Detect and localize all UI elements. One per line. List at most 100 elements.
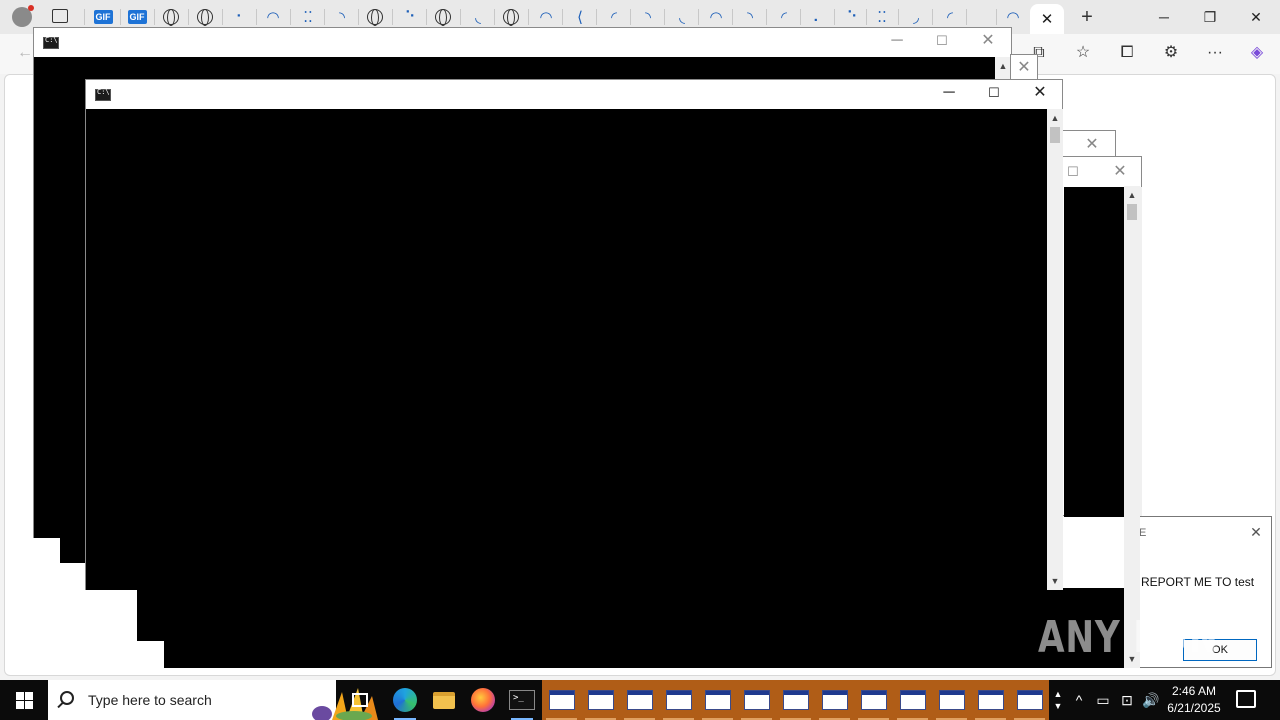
command-prompt-taskbar-button[interactable] — [503, 680, 541, 720]
browser-minimize-button[interactable]: ─ — [1152, 6, 1176, 28]
meet-now-icon[interactable]: ▭ — [1092, 680, 1114, 720]
browser-close-button[interactable]: ✕ — [1244, 6, 1268, 28]
taskbar-clock[interactable]: 2:46 AM 6/21/2025 — [1162, 683, 1226, 717]
gif-icon: GIF — [127, 10, 147, 24]
browser-tab[interactable]: ◜ — [773, 7, 795, 27]
browser-tab[interactable]: ◜ — [939, 7, 961, 27]
scroll-up-arrow-icon[interactable]: ▲ — [1047, 111, 1063, 125]
loading-arc-icon: ⠑ — [846, 9, 858, 26]
window-group-button[interactable] — [776, 680, 815, 720]
minimize-button[interactable]: ─ — [926, 78, 972, 108]
window-group-button[interactable] — [737, 680, 776, 720]
taskbar-search-box[interactable]: Type here to search — [48, 680, 378, 720]
new-tab-button[interactable]: + — [1076, 6, 1098, 28]
browser-tab[interactable] — [194, 7, 216, 27]
search-icon — [60, 691, 74, 705]
window-group-button[interactable] — [542, 680, 581, 720]
maximize-button[interactable]: ☐ — [1061, 157, 1085, 187]
minimize-button[interactable]: ─ — [874, 26, 920, 56]
dialog-close-button[interactable]: ✕ — [1247, 523, 1265, 541]
browser-tab[interactable]: ⠄ — [807, 7, 829, 27]
browser-tab[interactable]: ◝ — [739, 7, 761, 27]
edge-taskbar-button[interactable] — [386, 680, 424, 720]
window-group-button[interactable] — [854, 680, 893, 720]
close-button[interactable]: ✕ — [1017, 78, 1063, 108]
scrollbar[interactable]: ▲ ▼ — [1047, 109, 1063, 590]
browser-tab[interactable] — [364, 7, 386, 27]
browser-tab[interactable]: ⠂ — [230, 7, 252, 27]
collections-button[interactable]: ⧠ — [1116, 42, 1138, 64]
profile-avatar-icon[interactable] — [12, 5, 34, 27]
notification-center-icon[interactable] — [1236, 690, 1256, 708]
browser-tab[interactable] — [432, 7, 454, 27]
window-group-button[interactable] — [659, 680, 698, 720]
start-button[interactable] — [0, 680, 48, 720]
window-group-button[interactable] — [698, 680, 737, 720]
network-icon[interactable]: ⊡ — [1116, 680, 1138, 720]
maximize-button[interactable]: ☐ — [971, 78, 1017, 108]
browser-tab[interactable]: ⠑ — [399, 7, 421, 27]
window-group-button[interactable] — [893, 680, 932, 720]
loading-arc-icon: ◟ — [475, 9, 481, 26]
browser-restore-button[interactable]: ❐ — [1198, 6, 1222, 28]
browser-tab[interactable]: ◟ — [467, 7, 489, 27]
search-placeholder: Type here to search — [88, 692, 212, 708]
window-group-button[interactable] — [581, 680, 620, 720]
maximize-button[interactable]: ☐ — [919, 26, 965, 56]
console-body — [86, 109, 1047, 590]
window-group-button[interactable] — [815, 680, 854, 720]
tab-actions-icon[interactable] — [52, 9, 68, 23]
close-button[interactable]: ✕ — [1105, 157, 1135, 187]
window-group-button[interactable] — [1010, 680, 1049, 720]
globe-icon — [163, 9, 179, 26]
browser-tab[interactable]: GIF — [92, 7, 114, 27]
tab-separator — [120, 9, 121, 25]
browser-tab[interactable] — [500, 7, 522, 27]
firefox-taskbar-button[interactable] — [464, 680, 502, 720]
tab-separator — [460, 9, 461, 25]
task-view-button[interactable] — [341, 680, 379, 720]
more-button[interactable]: ··· — [1204, 42, 1226, 64]
browser-tab[interactable]: ◞ — [905, 7, 927, 27]
active-tab-close-button[interactable]: ✕ — [1030, 4, 1064, 34]
browser-tab[interactable]: ⁚⁚ — [297, 7, 319, 27]
cmd-icon — [43, 36, 59, 49]
tab-separator — [84, 9, 85, 25]
volume-icon[interactable]: 🔊 — [1140, 680, 1162, 720]
browser-tab[interactable]: ◠ — [535, 7, 557, 27]
browser-tab[interactable]: GIF — [126, 7, 148, 27]
browser-tab[interactable] — [160, 7, 182, 27]
tab-separator — [766, 9, 767, 25]
globe-icon — [435, 9, 451, 26]
chevron-down-icon: ▼ — [1053, 701, 1063, 711]
window-group-button[interactable] — [932, 680, 971, 720]
copilot-button[interactable]: ◈ — [1246, 42, 1268, 64]
scrollbar[interactable]: ▲ ▼ — [1124, 186, 1140, 668]
taskbar-overflow-scroll[interactable]: ▲ ▼ — [1050, 680, 1066, 720]
file-explorer-taskbar-button[interactable] — [425, 680, 463, 720]
browser-tab[interactable]: ◟ — [671, 7, 693, 27]
scroll-up-arrow-icon[interactable]: ▲ — [1124, 188, 1140, 202]
close-button[interactable]: ✕ — [965, 26, 1011, 56]
window-group-button[interactable] — [620, 680, 659, 720]
tray-chevron-button[interactable]: ^ — [1068, 680, 1090, 720]
browser-tab[interactable]: ◝ — [331, 7, 353, 27]
browser-tab[interactable]: ⟨ — [569, 7, 591, 27]
window-icon — [977, 690, 1004, 710]
scrollbar-thumb[interactable] — [1127, 204, 1137, 220]
browser-tab[interactable]: ◜ — [603, 7, 625, 27]
tab-separator — [630, 9, 631, 25]
window-group-button[interactable] — [971, 680, 1010, 720]
browser-tab[interactable]: ◝ — [637, 7, 659, 27]
browser-tab[interactable]: ⠑ — [841, 7, 863, 27]
browser-tab[interactable]: ⁚⁚ — [871, 7, 893, 27]
extensions-button[interactable]: ⚙ — [1160, 42, 1182, 64]
loading-arc-icon: ⠑ — [404, 9, 416, 26]
scrollbar-thumb[interactable] — [1050, 127, 1060, 143]
scroll-down-arrow-icon[interactable]: ▼ — [1047, 574, 1063, 588]
browser-tab[interactable]: ◠ — [1002, 7, 1024, 27]
browser-tab[interactable]: ◠ — [262, 7, 284, 27]
browser-tab[interactable]: ◠ — [705, 7, 727, 27]
favorites-button[interactable]: ☆ — [1072, 42, 1094, 64]
console-window-titlebar-fragment: ✕ — [1062, 130, 1116, 158]
